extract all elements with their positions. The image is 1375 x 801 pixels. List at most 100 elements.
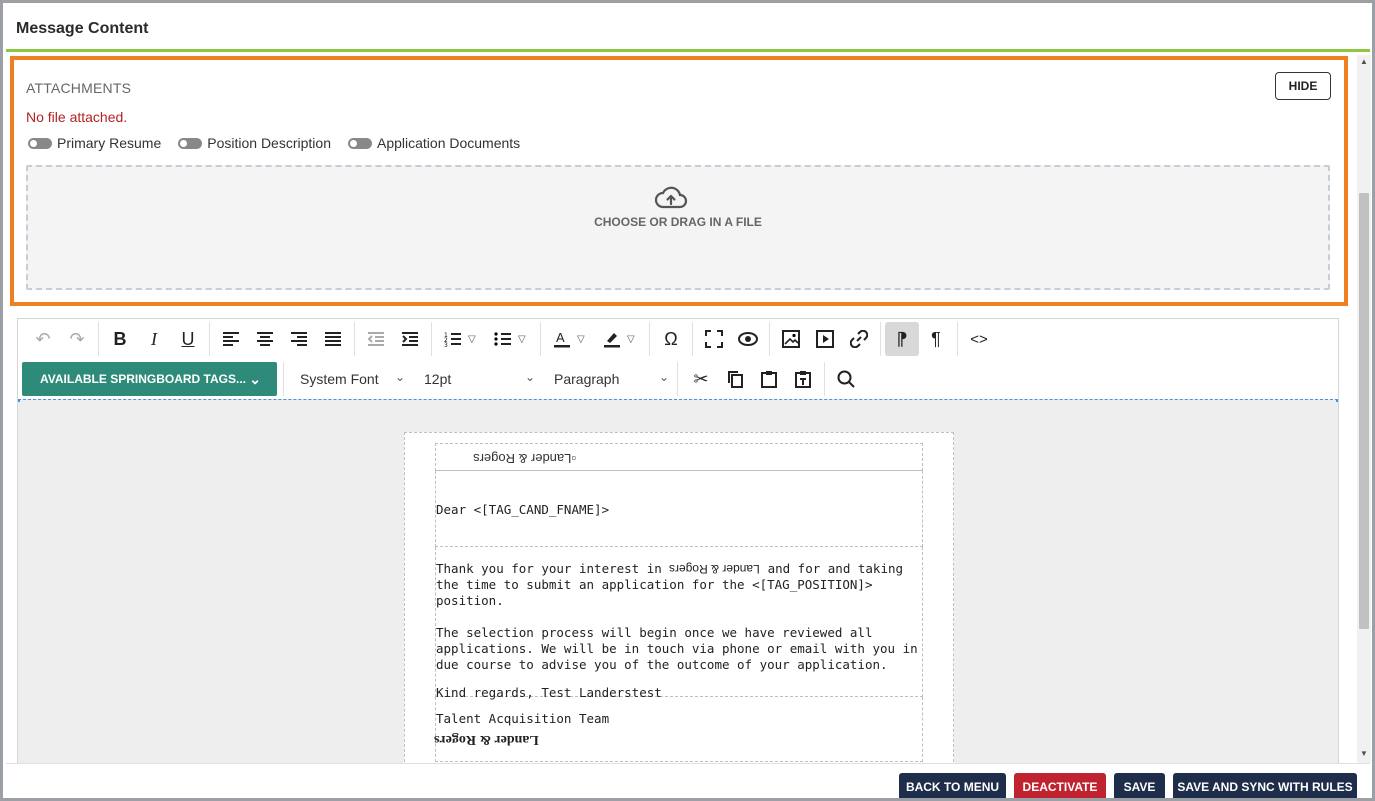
svg-text:3: 3 — [444, 342, 448, 347]
scroll-down-arrow-icon[interactable]: ▼ — [1357, 747, 1371, 761]
scroll-up-arrow-icon[interactable]: ▲ — [1357, 55, 1371, 69]
block-format-select[interactable]: Paragraph ⌄ — [543, 362, 678, 396]
toggle-switch[interactable] — [347, 137, 372, 149]
paste-text-icon[interactable] — [786, 362, 820, 396]
media-icon[interactable] — [808, 322, 842, 356]
chevron-down-icon[interactable]: ▽ — [577, 334, 585, 345]
chevron-down-icon: ⌄ — [394, 370, 405, 384]
special-character-icon[interactable]: Ω — [654, 322, 688, 356]
list-group: 1 2 3 ▽ ▽ — [432, 322, 541, 356]
email-greeting-row: Dear <[TAG_CAND_FNAME]> — [435, 471, 923, 547]
redo-icon[interactable]: ↷ — [60, 322, 94, 356]
search-group — [825, 362, 867, 396]
resize-handle — [18, 400, 20, 402]
springboard-tags-label: AVAILABLE SPRINGBOARD TAGS... — [40, 372, 247, 386]
text-color-icon[interactable]: A ▽ — [545, 322, 595, 356]
clipboard-group: ✂ — [678, 362, 825, 396]
align-justify-icon[interactable] — [316, 322, 350, 356]
editor-content-area[interactable]: ▫Lander & Rogers Dear <[TAG_CAND_FNAME]>… — [18, 399, 1338, 767]
align-right-icon[interactable] — [282, 322, 316, 356]
link-icon[interactable] — [842, 322, 876, 356]
editor-toolbar-row-1: ↶ ↷ B I U 1 2 3 ▽ ▽ A ▽ ▽ Ω ⁋ ¶ <> — [18, 319, 1338, 359]
preview-icon[interactable] — [731, 322, 765, 356]
rich-text-editor: ↶ ↷ B I U 1 2 3 ▽ ▽ A ▽ ▽ Ω ⁋ ¶ <> AVAIL… — [17, 318, 1339, 768]
bullet-list-icon[interactable]: ▽ — [486, 322, 536, 356]
deactivate-button[interactable]: DEACTIVATE — [1014, 773, 1106, 801]
bold-icon[interactable]: B — [103, 322, 137, 356]
section-header: Message Content — [6, 6, 1370, 52]
save-and-sync-button[interactable]: SAVE AND SYNC WITH RULES — [1173, 773, 1357, 801]
view-group — [693, 322, 770, 356]
color-group: A ▽ ▽ — [541, 322, 650, 356]
attachment-status: No file attached. — [26, 109, 128, 125]
footer-actions: BACK TO MENU DEACTIVATE SAVE SAVE AND SY… — [6, 763, 1370, 801]
paragraph-1-start: Thank you for your interest in — [436, 561, 662, 576]
attachments-panel: ATTACHMENTS HIDE No file attached. Prima… — [10, 56, 1348, 306]
logo-alt-text: Lander & Rogers — [473, 451, 572, 466]
toggle-label: Position Description — [207, 135, 331, 151]
align-center-icon[interactable] — [248, 322, 282, 356]
paste-icon[interactable] — [752, 362, 786, 396]
cloud-upload-icon — [654, 186, 688, 209]
toggle-application-documents[interactable]: Application Documents — [347, 135, 520, 151]
direction-group: ⁋ ¶ — [881, 322, 958, 356]
email-logo-row: ▫Lander & Rogers — [435, 443, 923, 471]
numbered-list-icon[interactable]: 1 2 3 ▽ — [436, 322, 486, 356]
email-body[interactable]: ▫Lander & Rogers Dear <[TAG_CAND_FNAME]>… — [434, 443, 923, 762]
image-icon[interactable] — [774, 322, 808, 356]
outdent-icon[interactable] — [359, 322, 393, 356]
dropzone-label: CHOOSE OR DRAG IN A FILE — [594, 215, 762, 229]
toggle-primary-resume[interactable]: Primary Resume — [28, 135, 161, 151]
email-signature-row: Talent Acquisition Team Lander & Rogers — [434, 697, 923, 762]
editor-toolbar-row-2: AVAILABLE SPRINGBOARD TAGS... ⌄ System F… — [18, 359, 1338, 399]
chevron-down-icon[interactable]: ▽ — [627, 334, 635, 345]
toggle-switch[interactable] — [178, 137, 203, 149]
font-family-select[interactable]: System Font ⌄ — [283, 362, 413, 396]
insert-group — [770, 322, 881, 356]
chevron-down-icon[interactable]: ▽ — [518, 334, 526, 345]
svg-text:A: A — [556, 330, 565, 345]
back-to-menu-button[interactable]: BACK TO MENU — [899, 773, 1006, 801]
attachment-toggles: Primary Resume Position Description Appl… — [28, 135, 537, 151]
vertical-scrollbar[interactable]: ▲ ▼ — [1357, 55, 1371, 763]
cut-icon[interactable]: ✂ — [684, 362, 718, 396]
scroll-thumb[interactable] — [1359, 193, 1369, 629]
font-family-value: System Font — [300, 371, 379, 387]
highlight-color-icon[interactable]: ▽ — [595, 322, 645, 356]
chevron-down-icon: ⌄ — [249, 371, 261, 387]
ltr-icon[interactable]: ⁋ — [885, 322, 919, 356]
toggle-switch[interactable] — [28, 137, 52, 149]
toggle-position-description[interactable]: Position Description — [178, 135, 331, 151]
rtl-icon[interactable]: ¶ — [919, 322, 953, 356]
special-char-group: Ω — [650, 322, 693, 356]
team-name: Talent Acquisition Team — [436, 711, 610, 726]
align-left-icon[interactable] — [214, 322, 248, 356]
save-button[interactable]: SAVE — [1114, 773, 1165, 801]
broken-image-icon: ▫Lander & Rogers — [473, 451, 576, 466]
signature-logo: Lander & Rogers — [434, 732, 539, 747]
fullscreen-icon[interactable] — [697, 322, 731, 356]
paragraph-1: Thank you for your interest in Lander & … — [436, 561, 922, 609]
underline-icon[interactable]: U — [171, 322, 205, 356]
indent-group — [355, 322, 432, 356]
indent-icon[interactable] — [393, 322, 427, 356]
chevron-down-icon[interactable]: ▽ — [468, 334, 476, 345]
search-icon[interactable] — [829, 362, 863, 396]
paragraph-2: The selection process will begin once we… — [436, 625, 918, 672]
email-body-row: Thank you for your interest in Lander & … — [435, 547, 923, 700]
source-code-icon[interactable]: <> — [962, 322, 996, 356]
chevron-down-icon: ⌄ — [658, 370, 669, 384]
copy-icon[interactable] — [718, 362, 752, 396]
springboard-tags-dropdown[interactable]: AVAILABLE SPRINGBOARD TAGS... ⌄ — [22, 362, 277, 396]
hide-attachments-button[interactable]: HIDE — [1275, 72, 1331, 100]
greeting-text: Dear <[TAG_CAND_FNAME]> — [436, 502, 610, 517]
resize-handle — [1336, 400, 1338, 402]
italic-icon[interactable]: I — [137, 322, 171, 356]
undo-icon[interactable]: ↶ — [26, 322, 60, 356]
company-name: Lander & Rogers — [669, 562, 761, 576]
email-page: ▫Lander & Rogers Dear <[TAG_CAND_FNAME]>… — [404, 432, 954, 767]
file-dropzone[interactable]: CHOOSE OR DRAG IN A FILE — [26, 165, 1330, 290]
page-title: Message Content — [16, 20, 149, 37]
font-size-select[interactable]: 12pt ⌄ — [413, 362, 543, 396]
history-group: ↶ ↷ — [22, 322, 99, 356]
